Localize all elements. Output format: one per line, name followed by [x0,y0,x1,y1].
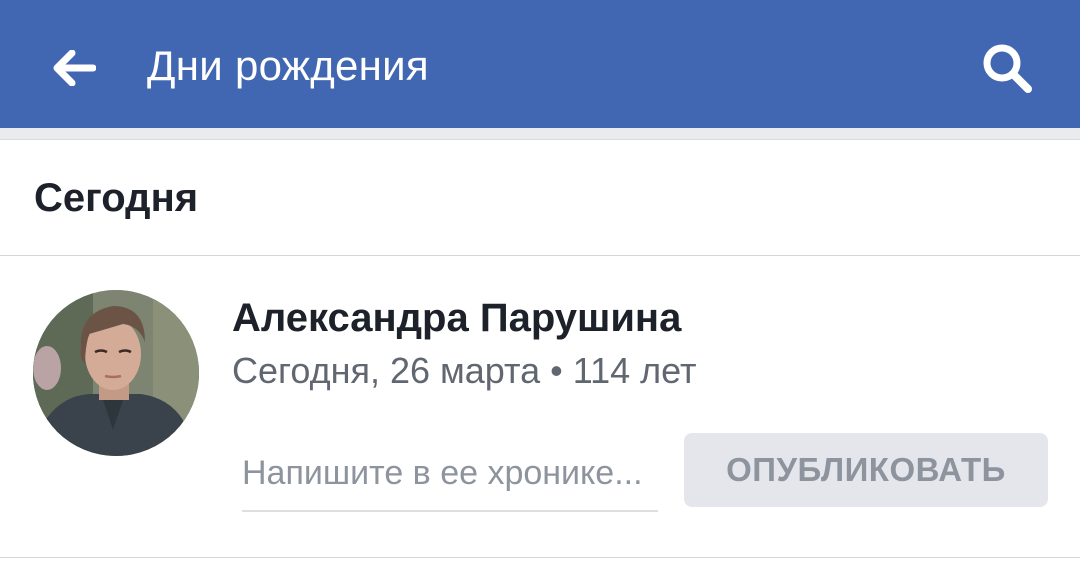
person-name[interactable]: Александра Парушина [232,292,681,344]
avatar-photo [33,290,199,456]
timeline-post-input[interactable] [242,436,658,512]
section-header: Сегодня [0,140,1080,256]
top-app-bar: Дни рождения [0,0,1080,128]
publish-button[interactable]: ОПУБЛИКОВАТЬ [684,433,1048,507]
search-button[interactable] [972,36,1042,100]
back-button[interactable] [44,40,104,96]
header-divider [0,128,1080,140]
birthday-list-item: Александра Парушина Сегодня, 26 марта • … [0,256,1080,558]
birthdays-screen: Дни рождения Сегодня Александра Парушина… [0,0,1080,583]
birthday-info: Сегодня, 26 марта • 114 лет [232,350,697,391]
avatar[interactable] [33,290,199,456]
page-title: Дни рождения [147,42,429,89]
arrow-left-icon [53,50,96,86]
search-icon [983,44,1032,93]
section-title: Сегодня [34,176,199,220]
